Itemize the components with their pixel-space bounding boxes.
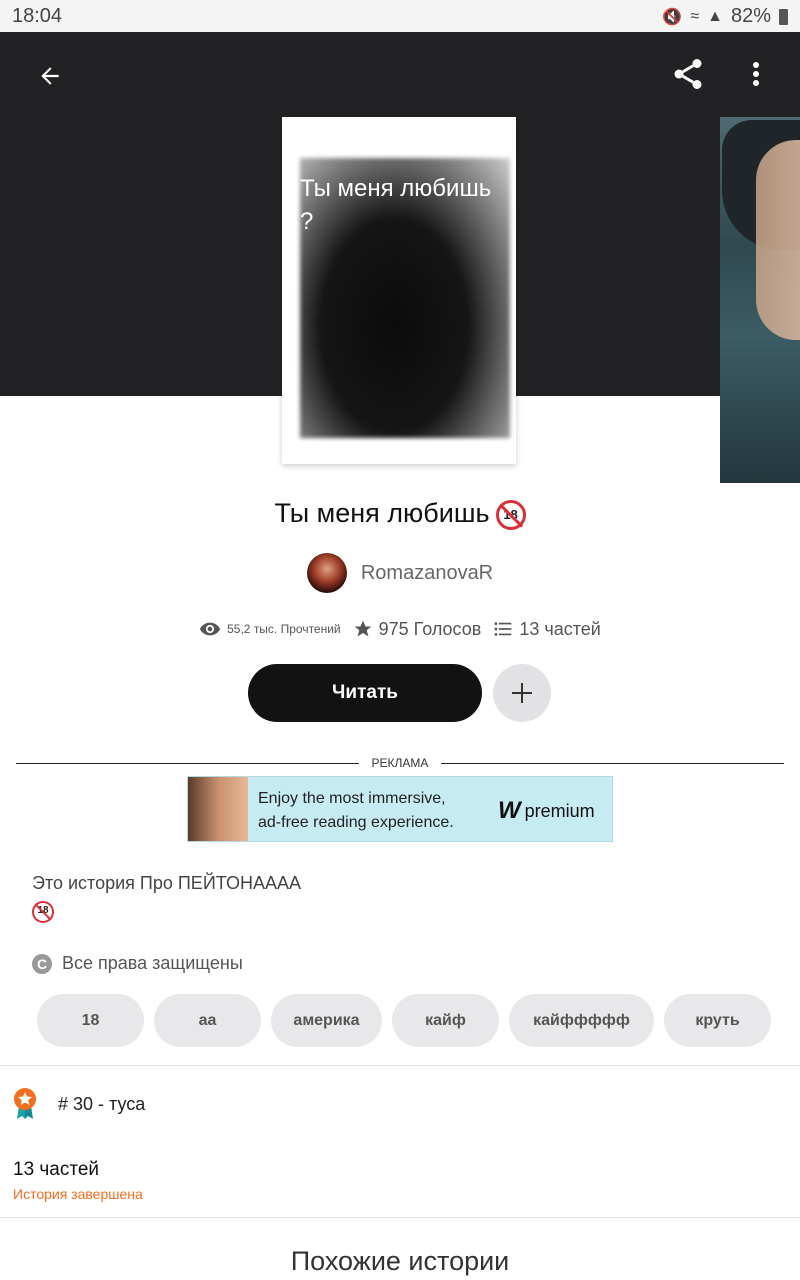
tag-list: 18 аа америка кайф кайффффф круть — [37, 994, 797, 1047]
back-arrow-icon — [41, 67, 59, 85]
story-title-row: Ты меня любишь 18 — [0, 498, 800, 530]
more-options-button[interactable] — [740, 54, 772, 94]
tag-chip[interactable]: 18 — [37, 994, 144, 1047]
wifi-icon: ≈ — [690, 7, 700, 25]
mute-icon: 🔇 — [662, 8, 683, 26]
ranking-text[interactable]: # 30 - туса — [58, 1094, 145, 1115]
similar-stories-heading: Похожие истории — [290, 1246, 510, 1276]
ad-banner[interactable]: Enjoy the most immersive, ad-free readin… — [187, 776, 613, 842]
next-cover-face — [756, 140, 800, 340]
section-divider — [0, 1217, 800, 1218]
share-button[interactable] — [666, 54, 710, 94]
completion-status: История завершена — [13, 1186, 143, 1202]
copyright-icon: C — [32, 953, 52, 974]
votes-stat: 975 Голосов — [353, 618, 482, 640]
read-button[interactable]: Читать — [248, 664, 482, 722]
list-icon — [494, 622, 512, 636]
battery-level: 82% — [730, 5, 771, 27]
ad-logo: W premium — [498, 797, 595, 825]
tag-chip[interactable]: аа — [154, 994, 261, 1047]
description-badge-row: 18 — [32, 901, 54, 923]
ad-label: РЕКЛАМА — [371, 756, 429, 770]
star-icon — [354, 620, 371, 637]
ad-divider-left — [16, 763, 359, 764]
tag-chip[interactable]: кайффффф — [509, 994, 654, 1047]
eye-icon — [200, 622, 221, 636]
ad-text: Enjoy the most immersive, ad-free readin… — [258, 787, 498, 835]
signal-icon: ▲ — [707, 7, 723, 25]
parts-stat: 13 частей — [493, 619, 601, 640]
wattpad-logo-mark: W — [498, 797, 521, 824]
ad-logo-text: premium — [524, 800, 595, 821]
tag-chip[interactable]: круть — [664, 994, 771, 1047]
ad-line-1: Enjoy the most immersive, — [258, 790, 446, 807]
status-icons: 🔇 ≈ ▲ 82% — [662, 5, 788, 28]
author-row[interactable]: RomazanovaR — [0, 553, 800, 593]
share-icon — [674, 59, 702, 89]
story-description: Это история Про ПЕЙТОНАААА — [32, 873, 301, 893]
ad-line-2: ad-free reading experience. — [258, 814, 454, 831]
add-to-library-button[interactable] — [493, 664, 551, 722]
ad-divider-right — [441, 763, 784, 764]
status-time: 18:04 — [12, 5, 63, 27]
story-stats: 55,2 тыс. Прочтений 975 Голосов 13 часте… — [0, 618, 800, 640]
avatar[interactable] — [306, 553, 347, 593]
parts-title[interactable]: 13 частей — [13, 1159, 99, 1181]
ad-image — [188, 777, 248, 841]
section-divider — [0, 1065, 800, 1066]
plus-icon — [512, 683, 532, 703]
votes-count: 975 Голосов — [378, 618, 482, 639]
battery-icon — [779, 8, 788, 25]
copyright-row: C Все права защищены — [32, 953, 243, 974]
author-name[interactable]: RomazanovaR — [361, 562, 493, 585]
cover-title: Ты меня любишь ? — [300, 175, 492, 235]
story-title: Ты меня любишь — [274, 498, 490, 528]
parts-count: 13 частей — [519, 618, 601, 639]
back-button[interactable] — [30, 56, 70, 96]
reads-count: 55,2 тыс. Прочтений — [227, 622, 341, 636]
age-18-badge: 18 — [495, 499, 526, 530]
ranking-badge-icon — [12, 1086, 38, 1120]
more-vert-icon — [753, 62, 759, 86]
age-18-badge: 18 — [32, 901, 54, 923]
copyright-text: Все права защищены — [62, 953, 243, 973]
tag-chip[interactable]: кайф — [392, 994, 499, 1047]
tag-chip[interactable]: америка — [271, 994, 382, 1047]
reads-stat: 55,2 тыс. Прочтений — [199, 618, 341, 640]
